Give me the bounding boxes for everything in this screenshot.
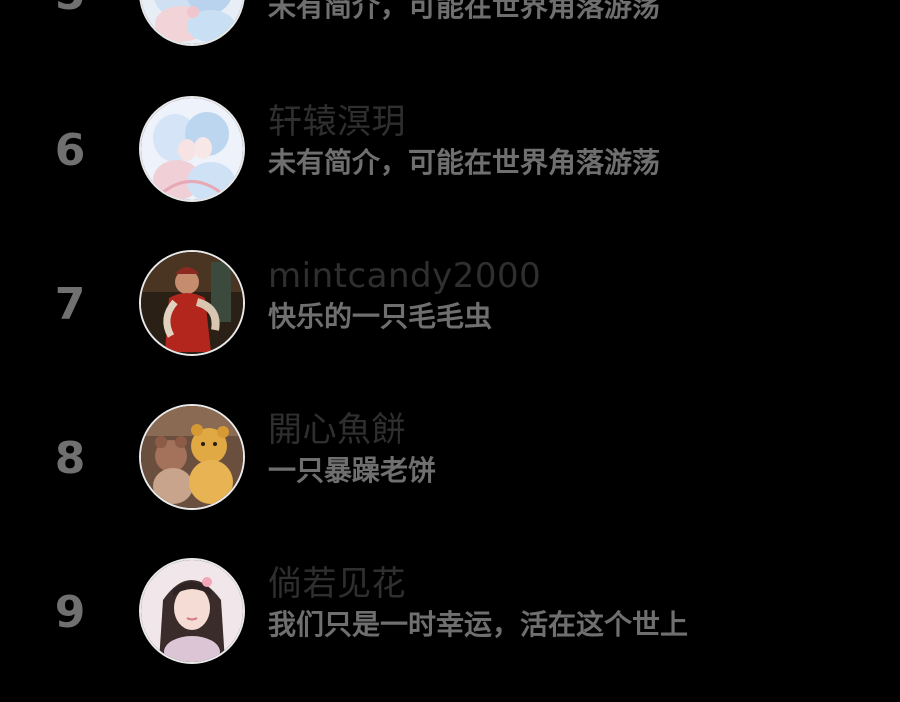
user-bio: 未有简介，可能在世界角落游荡 xyxy=(268,146,661,179)
teddy-bears-avatar-icon xyxy=(141,406,243,508)
rank-number: 6 xyxy=(54,125,86,176)
list-item[interactable]: 9 倘若见花 我们只是一时幸运，活在这个世上 xyxy=(0,558,900,668)
user-name[interactable]: 倘若见花 xyxy=(268,564,406,604)
avatar[interactable] xyxy=(139,0,245,46)
avatar[interactable] xyxy=(139,404,245,510)
user-name[interactable]: 轩辕溟玥 xyxy=(268,102,406,142)
rank-number: 5 xyxy=(50,0,90,20)
list-item[interactable]: 7 mintcandy2000 快乐的一只毛毛虫 xyxy=(0,250,900,360)
avatar[interactable] xyxy=(139,558,245,664)
list-item[interactable]: 6 轩辕溟玥 未有简介，可能在世界角落游荡 xyxy=(0,96,900,206)
user-bio: 我们只是一时幸运，活在这个世上 xyxy=(268,608,689,641)
user-bio: 快乐的一只毛毛虫 xyxy=(268,300,493,333)
user-name[interactable]: mintcandy2000 xyxy=(268,256,541,296)
user-name[interactable]: 開心魚餅 xyxy=(268,410,406,450)
anime-couple-avatar-icon xyxy=(141,0,243,44)
anime-couple-avatar-icon xyxy=(141,98,243,200)
woman-in-red-avatar-icon xyxy=(141,252,243,354)
rank-number: 7 xyxy=(54,279,86,330)
girl-portrait-avatar-icon xyxy=(141,560,243,662)
avatar[interactable] xyxy=(139,96,245,202)
list-item[interactable]: 5 未有简介，可能在世界角落游荡 xyxy=(0,0,900,50)
rank-number: 9 xyxy=(54,587,86,638)
user-bio: 一只暴躁老饼 xyxy=(268,454,437,487)
rank-number: 8 xyxy=(54,433,86,484)
ranking-list: 5 未有简介，可能在世界角落游荡 6 xyxy=(0,0,900,702)
list-item[interactable]: 8 開心魚餅 一只暴躁老饼 xyxy=(0,404,900,514)
user-bio: 未有简介，可能在世界角落游荡 xyxy=(268,0,661,23)
avatar[interactable] xyxy=(139,250,245,356)
